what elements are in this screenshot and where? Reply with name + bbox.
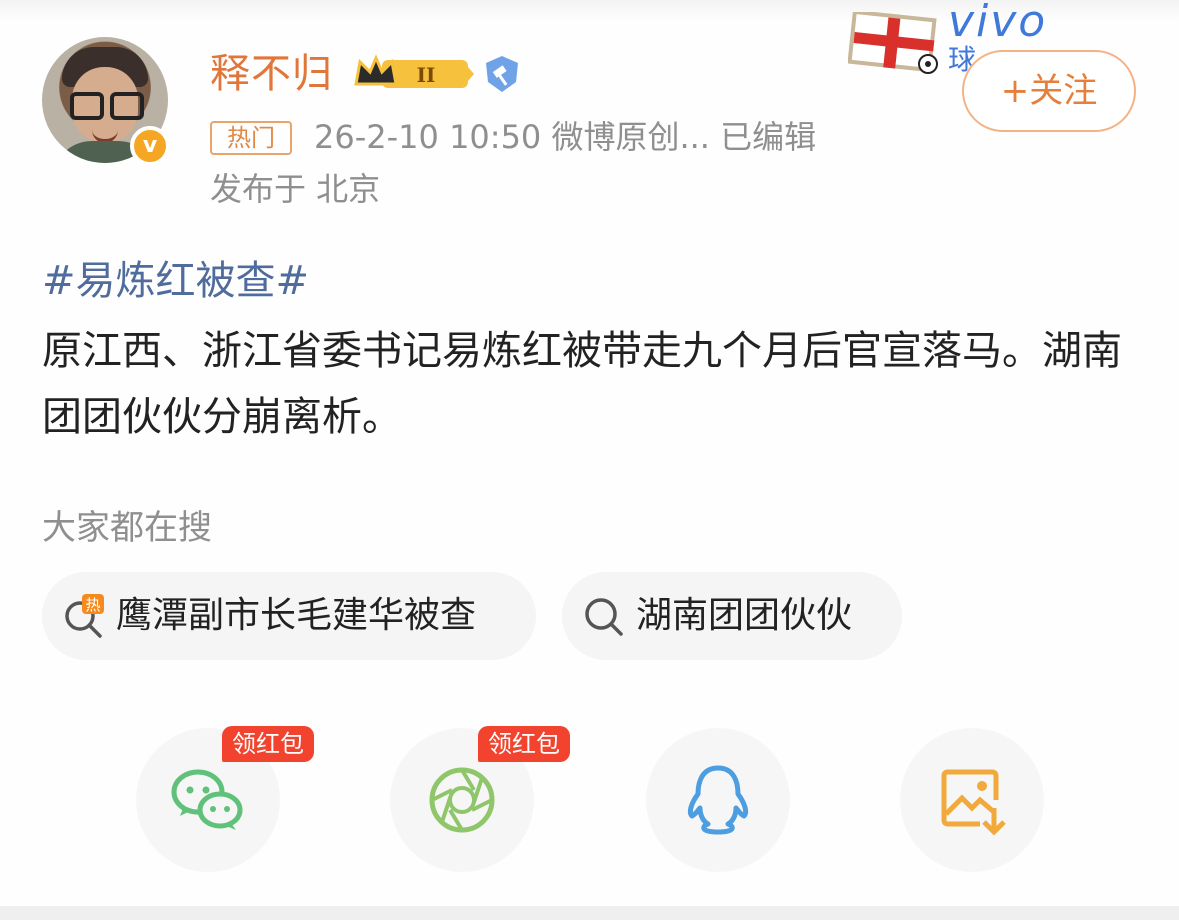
save-image-icon [941, 769, 1006, 836]
share-qq-button[interactable] [646, 728, 790, 872]
search-chip-label: 湖南团团伙伙 [636, 595, 853, 636]
post-meta: 26-2-10 10:50 微博原创... 已编辑 [314, 118, 817, 156]
username[interactable]: 释不归 [210, 46, 333, 102]
judge-medal-icon [486, 56, 518, 92]
hot-search-icon: 热 [65, 594, 104, 638]
follow-button[interactable]: +关注 [962, 50, 1136, 132]
bottom-divider [0, 906, 1179, 920]
vivo-logo: vivo [948, 0, 1048, 47]
red-packet-badge: 领红包 [222, 726, 314, 762]
level-text: II [417, 63, 436, 87]
search-section-title: 大家都在搜 [42, 508, 212, 548]
verified-v-icon: v [130, 126, 170, 166]
england-flag-icon [848, 12, 938, 74]
topic-hashtag[interactable]: #易炼红被查# [42, 252, 309, 310]
red-packet-badge: 领红包 [478, 726, 570, 762]
post-location: 发布于 北京 [210, 170, 381, 208]
qq-icon [687, 765, 749, 835]
search-icon [585, 598, 623, 636]
moments-icon [429, 767, 495, 833]
post-content: 原江西、浙江省委书记易炼红被带走九个月后官宣落马。湖南团团伙伙分崩离析。 [42, 328, 1122, 440]
hot-tag: 热门 [210, 121, 292, 155]
search-chip-2[interactable]: 湖南团团伙伙 [562, 572, 902, 660]
search-chip-label: 鹰潭副市长毛建华被查 [116, 595, 477, 636]
wechat-icon [171, 769, 243, 830]
search-chip-1[interactable]: 热 鹰潭副市长毛建华被查 [42, 572, 536, 660]
crown-level-icon: II [354, 54, 474, 88]
svg-text:热: 热 [85, 596, 100, 614]
save-image-button[interactable] [900, 728, 1044, 872]
